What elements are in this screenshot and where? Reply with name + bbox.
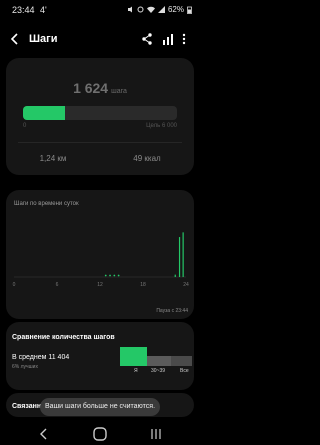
compare-segment-me bbox=[120, 347, 147, 366]
calories-value: 49 ккал bbox=[133, 154, 161, 163]
compare-label-age: 30~39 bbox=[151, 368, 166, 374]
x-tick-label: 12 bbox=[97, 282, 103, 288]
status-time: 23:44 4' bbox=[12, 5, 47, 15]
status-icons: 62% bbox=[127, 5, 192, 14]
battery-icon bbox=[187, 6, 192, 14]
compare-segment-age bbox=[147, 356, 171, 366]
sound-icon bbox=[137, 6, 144, 13]
steps-compare-card[interactable]: Сравнение количества шагов В среднем 11 … bbox=[6, 322, 194, 390]
chart-dot bbox=[113, 274, 116, 277]
more-options-icon[interactable] bbox=[181, 32, 187, 46]
mute-icon bbox=[127, 6, 132, 13]
toast-message: Ваши шаги больше не считаются. bbox=[40, 398, 160, 416]
system-nav-bar bbox=[0, 423, 200, 445]
nav-recent-apps-icon[interactable] bbox=[150, 427, 162, 441]
chart-dot bbox=[117, 274, 120, 277]
back-arrow-icon[interactable] bbox=[8, 32, 22, 46]
x-tick-label: 18 bbox=[140, 282, 146, 288]
steps-by-time-card[interactable]: Шаги по времени суток 0 6 12 18 24 Пауза с 2… bbox=[6, 190, 194, 319]
divider bbox=[18, 142, 182, 143]
compare-label-all: Все bbox=[180, 368, 189, 374]
battery-level: 62% bbox=[167, 5, 184, 14]
chart-bar bbox=[182, 232, 184, 277]
chart-bar bbox=[174, 274, 176, 277]
steps-progress-bar bbox=[23, 106, 177, 120]
compare-average: В среднем 11 404 bbox=[12, 354, 70, 361]
compare-subtitle: 6% лучших bbox=[12, 364, 38, 370]
signal-icon bbox=[157, 6, 165, 13]
steps-unit: шага bbox=[111, 88, 127, 95]
distance-value: 1,24 км bbox=[39, 154, 67, 163]
steps-time-chart: 0 6 12 18 24 bbox=[13, 232, 189, 288]
chart-dot bbox=[104, 274, 107, 277]
x-tick-label: 0 bbox=[13, 282, 16, 288]
nav-home-icon[interactable] bbox=[92, 427, 108, 441]
compare-bar bbox=[120, 344, 192, 368]
bar-chart-icon[interactable] bbox=[162, 32, 174, 46]
steps-progress-fill bbox=[23, 106, 65, 120]
chart-bar bbox=[178, 237, 181, 277]
nav-back-icon[interactable] bbox=[39, 427, 49, 441]
wifi-icon bbox=[146, 6, 155, 13]
clock: 23:44 bbox=[12, 5, 35, 15]
progress-start-label: 0 bbox=[23, 123, 27, 129]
pause-label: Пауза с 23:44 bbox=[156, 308, 188, 314]
steps-count: 1 624 шага bbox=[6, 80, 194, 96]
compare-title: Сравнение количества шагов bbox=[12, 334, 115, 341]
status-bar: 23:44 4' 62% bbox=[0, 0, 200, 22]
app-bar: Шаги bbox=[0, 26, 200, 54]
notification-indicator: 4' bbox=[40, 5, 47, 15]
steps-value: 1 624 bbox=[73, 80, 109, 96]
goal-label: Цель 6 000 bbox=[146, 123, 177, 129]
page-title: Шаги bbox=[29, 33, 58, 45]
compare-label-me: Я bbox=[134, 368, 138, 374]
chart-dot bbox=[109, 274, 111, 277]
steps-summary-card[interactable]: 1 624 шага 0 Цель 6 000 1,24 км 49 ккал bbox=[6, 58, 194, 175]
x-tick-label: 24 bbox=[183, 282, 189, 288]
x-tick-label: 6 bbox=[56, 282, 59, 288]
compare-segment-all bbox=[171, 356, 192, 366]
share-icon[interactable] bbox=[141, 32, 153, 46]
